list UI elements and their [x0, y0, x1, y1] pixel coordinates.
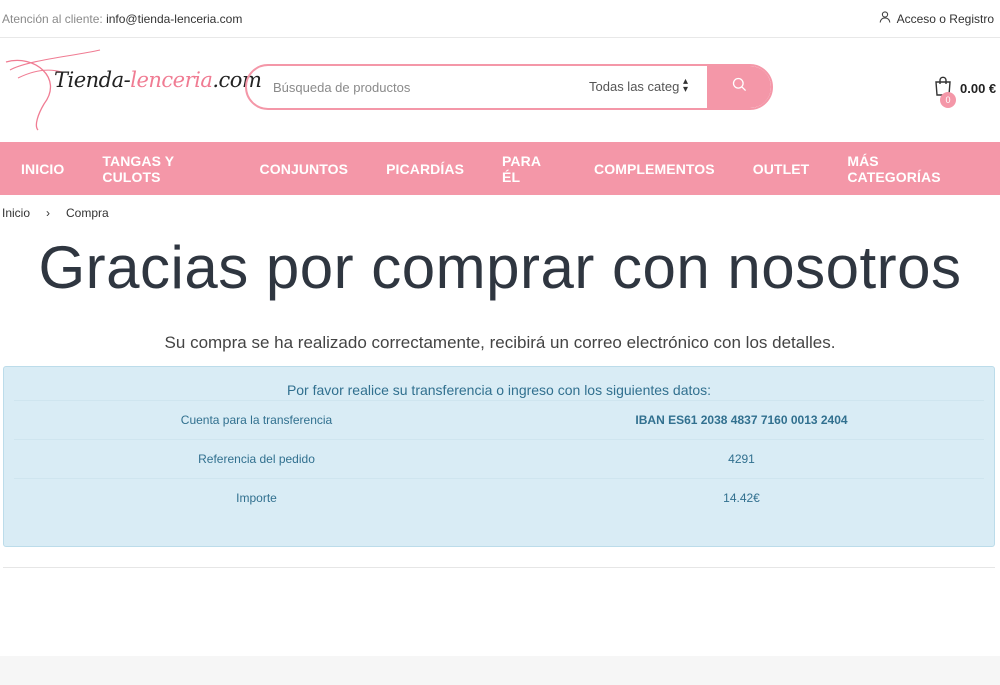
- content-divider: [3, 567, 995, 568]
- order-reference-label: Referencia del pedido: [14, 439, 499, 479]
- customer-support: Atención al cliente: info@tienda-lenceri…: [2, 12, 242, 26]
- breadcrumb-home-link[interactable]: Inicio: [2, 206, 30, 220]
- cart-button[interactable]: 0 0.00 €: [934, 76, 997, 108]
- header: Tienda-lenceria.com Todas las categorías…: [0, 38, 1000, 141]
- amount-value: 14.42€: [499, 478, 984, 518]
- cart-total: 0.00 €: [960, 81, 997, 96]
- site-logo[interactable]: Tienda-lenceria.com: [4, 48, 262, 132]
- search-icon: [732, 77, 747, 97]
- search-input[interactable]: [273, 79, 583, 95]
- footer-band: [0, 656, 1000, 685]
- transfer-account-label: Cuenta para la transferencia: [14, 400, 499, 440]
- category-select[interactable]: Todas las categorías: [589, 79, 679, 94]
- purchase-confirmation-text: Su compra se ha realizado correctamente,…: [164, 333, 836, 352]
- page-title: Gracias por comprar con nosotros: [38, 234, 962, 301]
- amount-label: Importe: [14, 478, 499, 518]
- logo-text-b: lenceria: [130, 68, 213, 92]
- support-label: Atención al cliente:: [2, 11, 103, 26]
- breadcrumb: Inicio › Compra: [2, 206, 109, 220]
- nav-item-inicio[interactable]: INICIO: [21, 161, 64, 177]
- support-email-link[interactable]: info@tienda-lenceria.com: [106, 12, 242, 26]
- nav-item-mas-categorias[interactable]: MÁS CATEGORÍAS: [847, 153, 962, 185]
- table-row: Cuenta para la transferencia IBAN ES61 2…: [14, 400, 984, 440]
- nav-item-tangas-y-culots[interactable]: TANGAS Y CULOTS: [102, 153, 221, 185]
- logo-text: Tienda-lenceria.com: [54, 68, 262, 92]
- account-link[interactable]: Acceso o Registro: [879, 11, 994, 26]
- table-row: Referencia del pedido 4291: [14, 439, 984, 479]
- breadcrumb-current: Compra: [66, 206, 109, 220]
- transfer-details-table: Cuenta para la transferencia IBAN ES61 2…: [14, 400, 984, 518]
- user-icon: [879, 11, 891, 26]
- nav-item-picardias[interactable]: PICARDÍAS: [386, 161, 464, 177]
- select-arrows-icon: ▴ ▾: [683, 76, 689, 95]
- table-row: Importe 14.42€: [14, 478, 984, 518]
- logo-text-a: Tienda-: [54, 68, 131, 92]
- transfer-account-value: IBAN ES61 2038 4837 7160 0013 2404: [499, 400, 984, 440]
- breadcrumb-separator: ›: [46, 206, 51, 220]
- transfer-info-box: Por favor realice su transferencia o ing…: [3, 366, 995, 547]
- cart-count-badge: 0: [940, 92, 956, 108]
- account-link-label: Acceso o Registro: [896, 11, 994, 26]
- nav-item-outlet[interactable]: OUTLET: [753, 161, 810, 177]
- nav-item-complementos[interactable]: COMPLEMENTOS: [594, 161, 715, 177]
- transfer-intro: Por favor realice su transferencia o ing…: [286, 382, 712, 398]
- top-bar: Atención al cliente: info@tienda-lenceri…: [0, 0, 1000, 38]
- search-form: Todas las categorías ▴▾: [245, 64, 773, 110]
- nav-item-para-el[interactable]: PARA ÉL: [502, 153, 556, 185]
- nav-item-conjuntos[interactable]: CONJUNTOS: [260, 161, 349, 177]
- search-button[interactable]: [707, 66, 771, 108]
- order-reference-value: 4291: [499, 439, 984, 479]
- main-navigation: INICIO TANGAS Y CULOTS CONJUNTOS PICARDÍ…: [0, 142, 1000, 195]
